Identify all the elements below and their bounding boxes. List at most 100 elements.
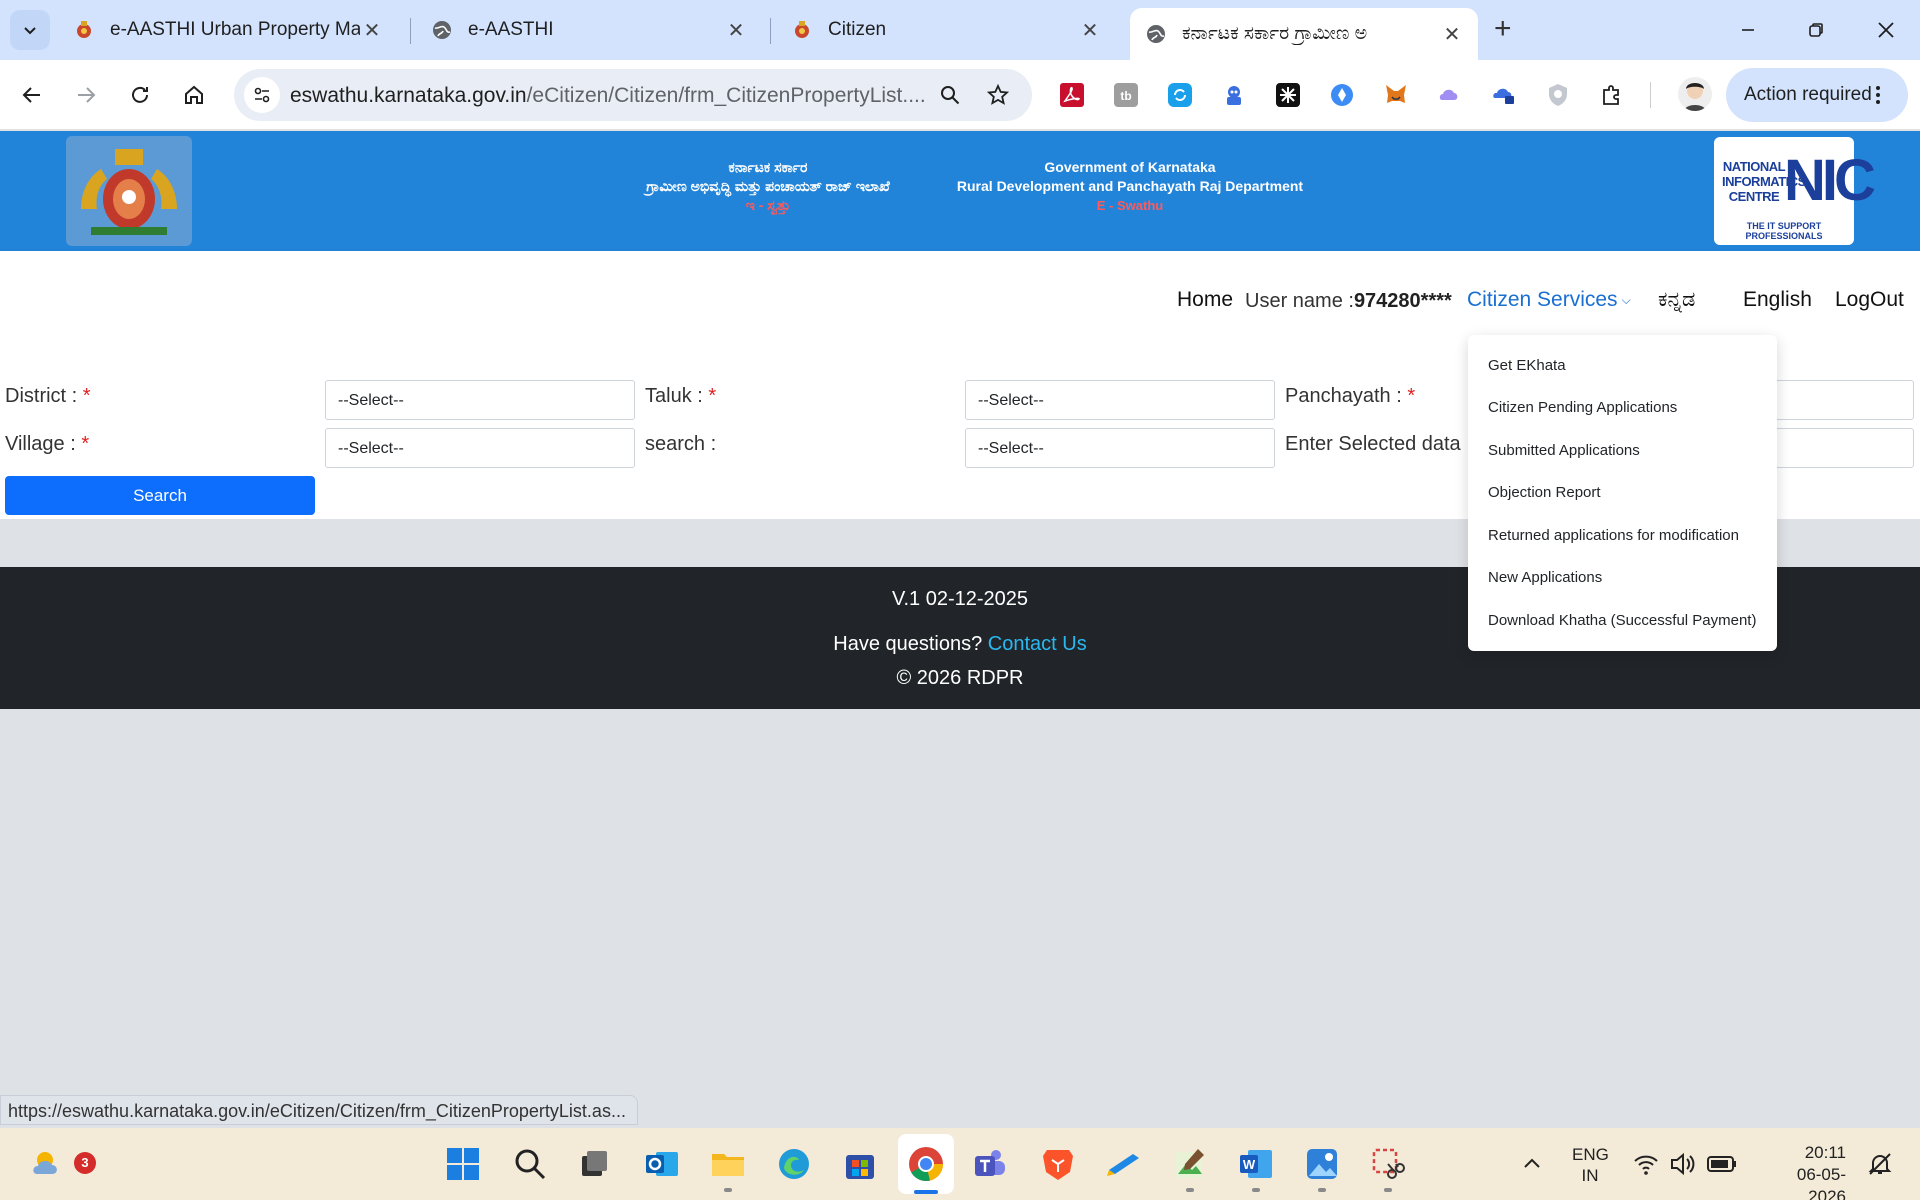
- nav-home-link[interactable]: Home: [1177, 288, 1233, 312]
- reload-button[interactable]: [120, 75, 160, 115]
- menu-item-objection-report[interactable]: Objection Report: [1488, 484, 1601, 501]
- paint-app[interactable]: [1168, 1142, 1212, 1186]
- compass-extension-icon[interactable]: [1324, 77, 1360, 113]
- nav-kannada-link[interactable]: ಕನ್ನಡ: [1658, 288, 1695, 312]
- nav-logout-link[interactable]: LogOut: [1835, 288, 1904, 312]
- cloud-lock-extension-icon[interactable]: [1486, 77, 1522, 113]
- menu-item-returned-applications[interactable]: Returned applications for modification: [1488, 527, 1739, 544]
- restore-button[interactable]: [1786, 8, 1846, 52]
- tab-search-button[interactable]: [10, 10, 50, 50]
- site-info-icon[interactable]: [244, 77, 280, 113]
- word-app[interactable]: W: [1234, 1142, 1278, 1186]
- nic-logo-tagline: THE IT SUPPORT PROFESSIONALS: [1745, 221, 1823, 241]
- taluk-select[interactable]: --Select--: [965, 380, 1275, 420]
- menu-item-submitted-applications[interactable]: Submitted Applications: [1488, 442, 1640, 459]
- restore-icon: [1809, 23, 1823, 37]
- close-window-button[interactable]: [1856, 8, 1916, 52]
- village-select[interactable]: --Select--: [325, 428, 635, 468]
- new-tab-button[interactable]: +: [1494, 14, 1512, 44]
- browser-tab[interactable]: e-AASTHI Urban Property Mana ✕: [58, 8, 398, 52]
- pen-app[interactable]: [1102, 1142, 1146, 1186]
- search-button[interactable]: Search: [5, 476, 315, 515]
- home-button[interactable]: [174, 75, 214, 115]
- district-select[interactable]: --Select--: [325, 380, 635, 420]
- close-tab-icon[interactable]: ✕: [1078, 18, 1102, 43]
- menu-item-pending-applications[interactable]: Citizen Pending Applications: [1488, 399, 1677, 416]
- site-header-banner: ಕರ್ನಾಟಕ ಸರ್ಕಾರ ಗ್ರಾಮೀಣ ಅಭಿವೃದ್ಧಿ ಮತ್ತು ಪ…: [0, 131, 1920, 251]
- volume-status[interactable]: [1660, 1142, 1704, 1186]
- globe-icon: [1144, 22, 1168, 46]
- store-app[interactable]: [838, 1142, 882, 1186]
- robot-extension-icon[interactable]: [1216, 77, 1252, 113]
- show-hidden-icons-button[interactable]: [1510, 1142, 1554, 1186]
- address-bar[interactable]: eswathu.karnataka.gov.in/eCitizen/Citize…: [234, 69, 1032, 121]
- snipping-tool-app[interactable]: [1366, 1142, 1410, 1186]
- url-text[interactable]: eswathu.karnataka.gov.in/eCitizen/Citize…: [290, 84, 926, 108]
- battery-icon: [1707, 1156, 1736, 1172]
- minimize-button[interactable]: [1718, 8, 1778, 52]
- en-dept-line: Rural Development and Panchayath Raj Dep…: [956, 178, 1304, 194]
- tab-title: ಕರ್ನಾಟಕ ಸರ್ಕಾರ ಗ್ರಾಮೀಣ ಅ: [1182, 23, 1368, 44]
- tb-extension-icon[interactable]: tb: [1108, 77, 1144, 113]
- chrome-app[interactable]: [904, 1142, 948, 1186]
- notification-center-button[interactable]: [1858, 1142, 1902, 1186]
- minimize-icon: [1742, 29, 1754, 31]
- selected-data-input[interactable]: [1768, 428, 1914, 468]
- forward-button[interactable]: [66, 75, 106, 115]
- menu-item-get-ekhata[interactable]: Get EKhata: [1488, 357, 1566, 374]
- selected-data-label: Enter Selected data :: [1285, 433, 1472, 455]
- outlook-app[interactable]: [640, 1142, 684, 1186]
- battery-status[interactable]: [1700, 1142, 1744, 1186]
- shield-extension-icon[interactable]: [1540, 77, 1576, 113]
- running-indicator: [1252, 1188, 1260, 1192]
- bookmark-star-icon[interactable]: [982, 79, 1014, 111]
- nav-english-link[interactable]: English: [1743, 288, 1812, 312]
- zoom-icon[interactable]: [934, 79, 966, 111]
- nic-logo-big-text: NIC: [1784, 148, 1876, 213]
- tab-title: e-AASTHI: [468, 19, 554, 40]
- sync-extension-icon[interactable]: [1162, 77, 1198, 113]
- photos-app[interactable]: [1300, 1142, 1344, 1186]
- tab-separator: [410, 18, 411, 44]
- task-view-icon: [582, 1151, 607, 1176]
- url-host: eswathu.karnataka.gov.in: [290, 84, 527, 107]
- search-taskbar-button[interactable]: [508, 1142, 552, 1186]
- browser-tab[interactable]: Citizen ✕: [776, 8, 1116, 52]
- profile-avatar[interactable]: [1678, 77, 1712, 111]
- kannada-title-block: ಕರ್ನಾಟಕ ಸರ್ಕಾರ ಗ್ರಾಮೀಣ ಅಭಿವೃದ್ಧಿ ಮತ್ತು ಪ…: [592, 158, 944, 215]
- brave-app[interactable]: [1036, 1142, 1080, 1186]
- menu-item-new-applications[interactable]: New Applications: [1488, 569, 1602, 586]
- extensions-puzzle-icon[interactable]: [1594, 77, 1630, 113]
- citizen-services-label: Citizen Services: [1467, 288, 1618, 311]
- kn-dept-line: ಗ್ರಾಮೀಣ ಅಭಿವೃದ್ಧಿ ಮತ್ತು ಪಂಚಾಯತ್ ರಾಜ್ ಇಲಾ…: [646, 178, 890, 194]
- browser-tab[interactable]: e-AASTHI ✕: [416, 8, 762, 52]
- search-type-select[interactable]: --Select--: [965, 428, 1275, 468]
- required-mark: *: [708, 385, 717, 407]
- browser-tab-active[interactable]: ಕರ್ನಾಟಕ ಸರ್ಕಾರ ಗ್ರಾಮೀಣ ಅ ✕: [1130, 8, 1478, 60]
- pdf-extension-icon[interactable]: [1054, 77, 1090, 113]
- weather-widget[interactable]: 3: [26, 1142, 96, 1186]
- start-button[interactable]: [441, 1142, 485, 1186]
- chevron-up-icon: [1524, 1158, 1540, 1168]
- file-explorer-app[interactable]: [706, 1142, 750, 1186]
- chevron-down-icon: ⌵: [1621, 292, 1631, 307]
- action-required-button[interactable]: Action required: [1726, 68, 1908, 122]
- close-tab-icon[interactable]: ✕: [1440, 22, 1464, 47]
- metamask-fox-icon[interactable]: [1378, 77, 1414, 113]
- task-view-button[interactable]: [572, 1142, 616, 1186]
- asterisk-extension-icon[interactable]: [1270, 77, 1306, 113]
- back-button[interactable]: [12, 75, 52, 115]
- menu-item-download-khatha[interactable]: Download Khatha (Successful Payment): [1488, 612, 1756, 629]
- edge-app[interactable]: [772, 1142, 816, 1186]
- citizen-services-menu[interactable]: Citizen Services ⌵: [1467, 288, 1631, 312]
- language-indicator[interactable]: ENG IN: [1572, 1144, 1609, 1186]
- close-tab-icon[interactable]: ✕: [724, 18, 748, 43]
- cloud-extension-icon[interactable]: [1432, 77, 1468, 113]
- teams-app[interactable]: [968, 1142, 1012, 1186]
- browser-tab-strip: e-AASTHI Urban Property Mana ✕ e-AASTHI …: [0, 0, 1920, 60]
- contact-us-link[interactable]: Contact Us: [988, 633, 1087, 655]
- system-clock[interactable]: 20:11 06-05-2026: [1760, 1142, 1846, 1200]
- district-label: District : *: [5, 385, 91, 408]
- panchayath-select[interactable]: [1768, 380, 1914, 420]
- close-tab-icon[interactable]: ✕: [360, 18, 384, 43]
